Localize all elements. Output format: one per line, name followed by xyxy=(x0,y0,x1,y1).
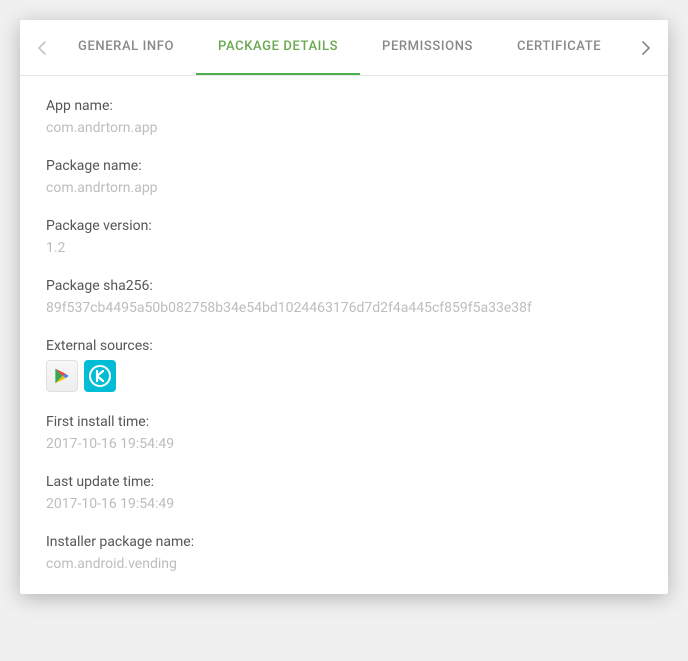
field-last-update-time: Last update time: 2017-10-16 19:54:49 xyxy=(46,474,642,512)
chevron-right-icon xyxy=(642,41,650,55)
installer-package-name-label: Installer package name: xyxy=(46,534,642,550)
tabs-list: GENERAL INFO PACKAGE DETAILS PERMISSIONS… xyxy=(56,20,632,75)
package-details-card: GENERAL INFO PACKAGE DETAILS PERMISSIONS… xyxy=(20,20,668,594)
field-package-version: Package version: 1.2 xyxy=(46,218,642,256)
external-sources-label: External sources: xyxy=(46,338,642,354)
field-package-sha256: Package sha256: 89f537cb4495a50b082758b3… xyxy=(46,278,642,316)
scroll-left-button[interactable] xyxy=(28,34,56,62)
package-sha256-value: 89f537cb4495a50b082758b34e54bd1024463176… xyxy=(46,300,642,316)
playstore-icon xyxy=(54,367,70,385)
external-sources-icons xyxy=(46,360,642,392)
field-package-name: Package name: com.andrtorn.app xyxy=(46,158,642,196)
package-version-label: Package version: xyxy=(46,218,642,234)
package-name-value: com.andrtorn.app xyxy=(46,180,642,196)
tab-certificate[interactable]: CERTIFICATE xyxy=(495,20,623,75)
field-external-sources: External sources: xyxy=(46,338,642,392)
package-version-value: 1.2 xyxy=(46,240,642,256)
tab-general-info[interactable]: GENERAL INFO xyxy=(56,20,196,75)
field-installer-package-name: Installer package name: com.android.vend… xyxy=(46,534,642,572)
app-name-value: com.andrtorn.app xyxy=(46,120,642,136)
installer-package-name-value: com.android.vending xyxy=(46,556,642,572)
package-sha256-label: Package sha256: xyxy=(46,278,642,294)
first-install-time-label: First install time: xyxy=(46,414,642,430)
app-name-label: App name: xyxy=(46,98,642,114)
last-update-time-label: Last update time: xyxy=(46,474,642,490)
tabs-bar: GENERAL INFO PACKAGE DETAILS PERMISSIONS… xyxy=(20,20,668,76)
koodous-source-link[interactable] xyxy=(84,360,116,392)
playstore-source-link[interactable] xyxy=(46,360,78,392)
last-update-time-value: 2017-10-16 19:54:49 xyxy=(46,496,642,512)
details-content: App name: com.andrtorn.app Package name:… xyxy=(20,76,668,594)
package-name-label: Package name: xyxy=(46,158,642,174)
scroll-right-button[interactable] xyxy=(632,34,660,62)
field-first-install-time: First install time: 2017-10-16 19:54:49 xyxy=(46,414,642,452)
koodous-icon xyxy=(88,364,112,388)
tab-package-details[interactable]: PACKAGE DETAILS xyxy=(196,20,360,75)
tab-permissions[interactable]: PERMISSIONS xyxy=(360,20,495,75)
field-app-name: App name: com.andrtorn.app xyxy=(46,98,642,136)
chevron-left-icon xyxy=(38,41,46,55)
first-install-time-value: 2017-10-16 19:54:49 xyxy=(46,436,642,452)
